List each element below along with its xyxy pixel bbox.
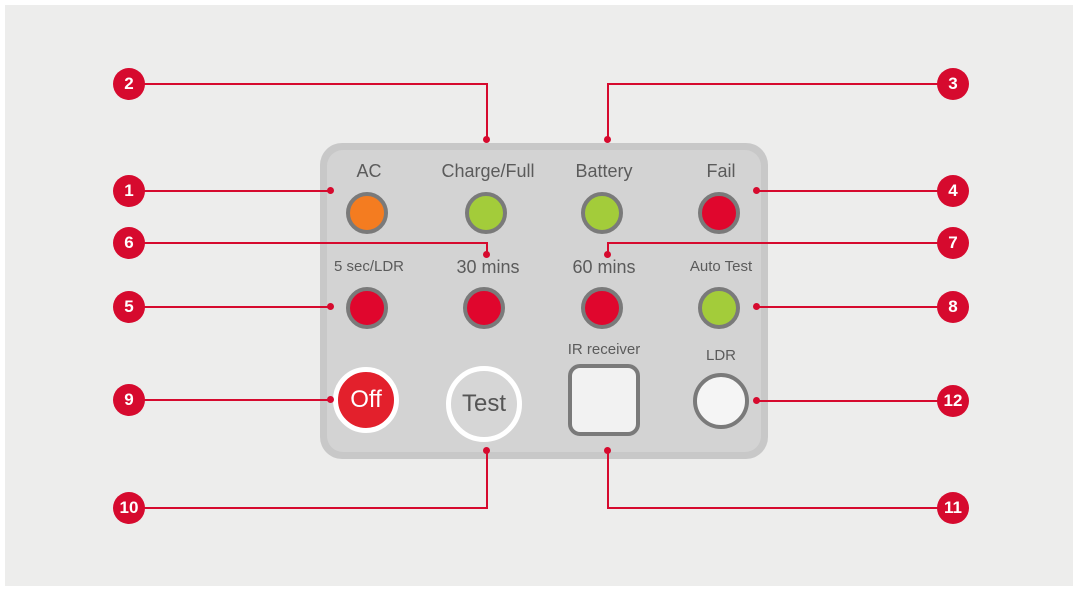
test-button[interactable]: Test (446, 366, 522, 442)
label-battery: Battery (575, 161, 633, 181)
callout-9: 9 (113, 384, 145, 416)
leader-line-1 (144, 190, 330, 192)
leader-line-10-h (144, 507, 488, 509)
leader-line-12 (756, 400, 952, 402)
leader-line-2-h (144, 83, 488, 85)
label-60-mins: 60 mins (572, 257, 636, 277)
leader-dot-5 (327, 303, 334, 310)
label-30-mins: 30 mins (456, 257, 520, 277)
off-button[interactable]: Off (333, 367, 399, 433)
leader-line-10-v (486, 450, 488, 509)
leader-dot-7 (604, 251, 611, 258)
led-60-mins (581, 287, 623, 329)
label-5sec-ldr: 5 sec/LDR (333, 258, 405, 275)
leader-line-11-h (607, 507, 951, 509)
led-fail (698, 192, 740, 234)
leader-dot-11 (604, 447, 611, 454)
led-5sec-ldr (346, 287, 388, 329)
led-battery (581, 192, 623, 234)
callout-5: 5 (113, 291, 145, 323)
label-charge-full: Charge/Full (441, 161, 535, 181)
callout-2: 2 (113, 68, 145, 100)
label-ir-receiver: IR receiver (567, 341, 641, 358)
callout-3: 3 (937, 68, 969, 100)
ir-receiver-window (568, 364, 640, 436)
leader-line-7-h (607, 242, 951, 244)
callout-8: 8 (937, 291, 969, 323)
callout-6: 6 (113, 227, 145, 259)
leader-dot-8 (753, 303, 760, 310)
led-auto-test (698, 287, 740, 329)
label-ac: AC (356, 161, 382, 181)
callout-10: 10 (113, 492, 145, 524)
leader-dot-4 (753, 187, 760, 194)
callout-4: 4 (937, 175, 969, 207)
leader-line-8 (756, 306, 952, 308)
leader-line-3-v (607, 83, 609, 139)
leader-dot-2 (483, 136, 490, 143)
label-auto-test: Auto Test (689, 258, 753, 275)
callout-12: 12 (937, 385, 969, 417)
led-ac (346, 192, 388, 234)
leader-line-9 (144, 399, 330, 401)
leader-dot-9 (327, 396, 334, 403)
ldr-sensor (693, 373, 749, 429)
leader-line-11-v (607, 450, 609, 509)
leader-line-2-v (486, 83, 488, 139)
leader-line-5 (144, 306, 330, 308)
led-charge-full (465, 192, 507, 234)
leader-dot-1 (327, 187, 334, 194)
label-fail: Fail (706, 161, 736, 181)
callout-1: 1 (113, 175, 145, 207)
leader-dot-6 (483, 251, 490, 258)
leader-dot-10 (483, 447, 490, 454)
led-30-mins (463, 287, 505, 329)
callout-11: 11 (937, 492, 969, 524)
leader-line-3-h (607, 83, 951, 85)
leader-line-6-h (144, 242, 488, 244)
leader-line-4 (756, 190, 952, 192)
callout-7: 7 (937, 227, 969, 259)
label-ldr: LDR (705, 347, 736, 364)
leader-dot-3 (604, 136, 611, 143)
leader-dot-12 (753, 397, 760, 404)
